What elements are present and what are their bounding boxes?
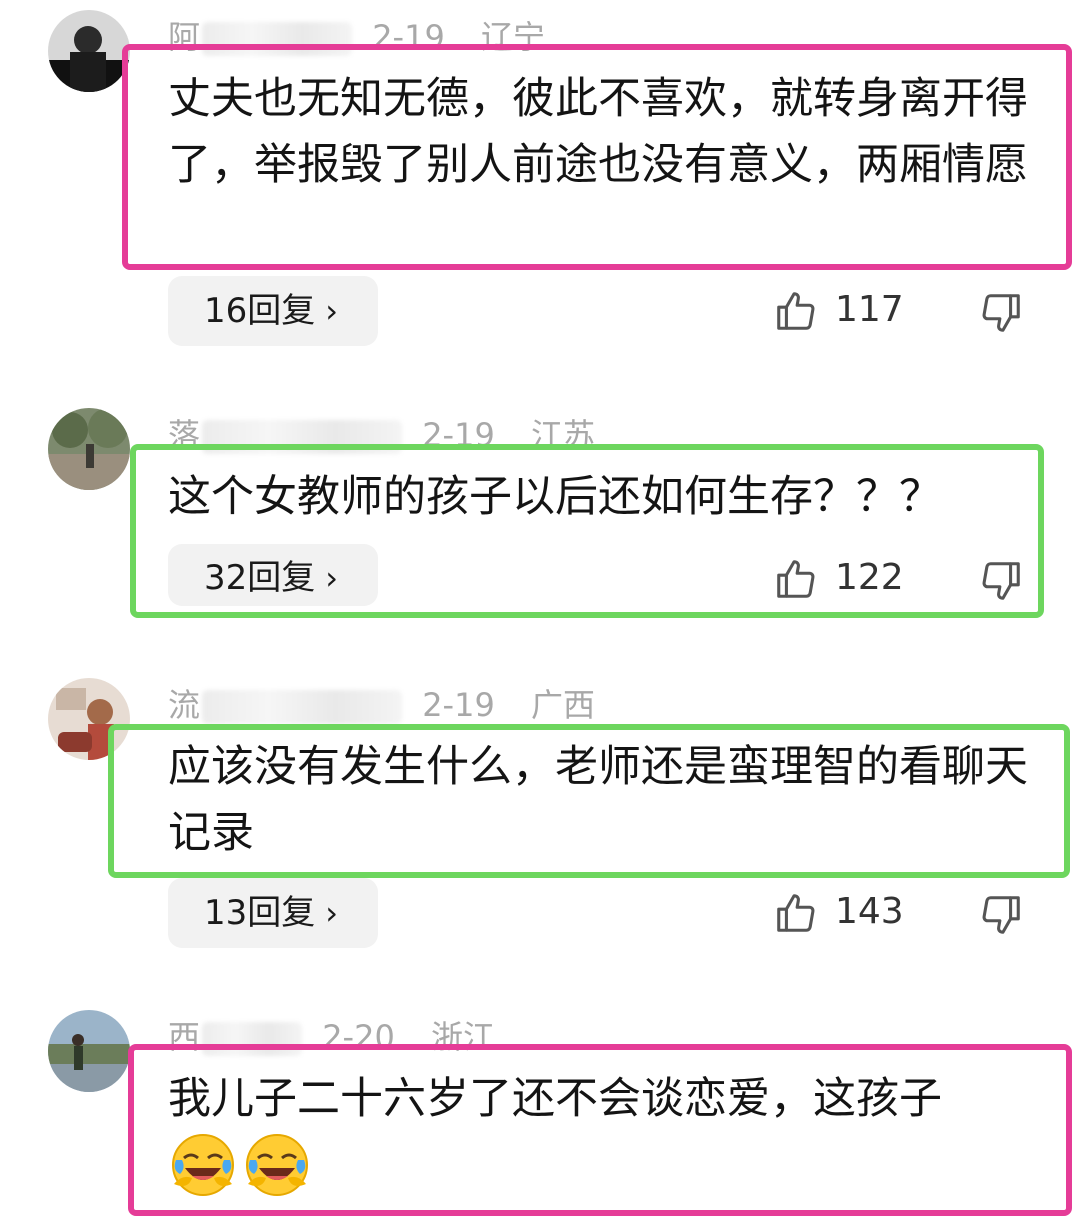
thumbs-up-icon <box>777 560 815 598</box>
thumbs-down-icon <box>982 562 1020 600</box>
comment-item: 西 2-20 浙江 我儿子二十六岁了还不会谈恋爱，这孩子 <box>0 1000 1080 1230</box>
replies-label: 13回复 <box>204 893 316 933</box>
like-button[interactable]: 143 <box>773 890 913 942</box>
thumbs-up-icon <box>777 894 815 932</box>
dislike-button[interactable] <box>978 290 1026 338</box>
replies-label: 16回复 <box>204 291 316 331</box>
thumbs-down-icon <box>982 294 1020 332</box>
comment-text: 应该没有发生什么，老师还是蛮理智的看聊天记录 <box>168 742 1028 858</box>
like-count: 122 <box>835 557 904 598</box>
chevron-right-icon: › <box>325 292 339 330</box>
laughing-crying-face-icon <box>246 1134 308 1196</box>
chevron-right-icon: › <box>325 559 339 597</box>
replies-label: 32回复 <box>204 558 316 598</box>
replies-button[interactable]: 13回复 › <box>168 878 378 948</box>
avatar[interactable] <box>48 10 130 92</box>
thumbs-down-icon <box>982 896 1020 934</box>
username[interactable]: 流 <box>168 680 200 726</box>
thumbs-up-icon <box>777 292 815 330</box>
replies-button[interactable]: 32回复 › <box>168 544 378 606</box>
chevron-right-icon: › <box>325 894 339 932</box>
comment-location: 广西 <box>530 686 595 724</box>
comment-item: 阿 2-19 辽宁 丈夫也无知无德，彼此不喜欢，就转身离开得了，举报毁了别人前途… <box>0 0 1080 370</box>
comment-item: 流 2-19 广西 应该没有发生什么，老师还是蛮理智的看聊天记录 13回复 › 1… <box>0 670 1080 960</box>
avatar[interactable] <box>48 1010 130 1092</box>
comment-item: 落 2-19 江苏 这个女教师的孩子以后还如何生存？？？ 32回复 › 122 <box>0 400 1080 640</box>
dislike-button[interactable] <box>978 558 1026 606</box>
comment-text: 这个女教师的孩子以后还如何生存？？？ <box>168 472 942 522</box>
like-button[interactable]: 117 <box>773 288 913 340</box>
comment-text: 丈夫也无知无德，彼此不喜欢，就转身离开得了，举报毁了别人前途也没有意义，两厢情愿 <box>168 74 1028 190</box>
dislike-button[interactable] <box>978 892 1026 940</box>
laughing-crying-face-icon <box>172 1134 234 1196</box>
like-count: 117 <box>835 289 904 330</box>
replies-button[interactable]: 16回复 › <box>168 276 378 346</box>
avatar[interactable] <box>48 408 130 490</box>
redacted-name <box>202 690 403 724</box>
like-count: 143 <box>835 891 904 932</box>
comment-text: 我儿子二十六岁了还不会谈恋爱，这孩子 <box>168 1074 942 1124</box>
like-button[interactable]: 122 <box>773 556 913 608</box>
comment-date: 2-19 <box>422 686 495 724</box>
comment-meta: 流 2-19 广西 <box>168 680 595 726</box>
